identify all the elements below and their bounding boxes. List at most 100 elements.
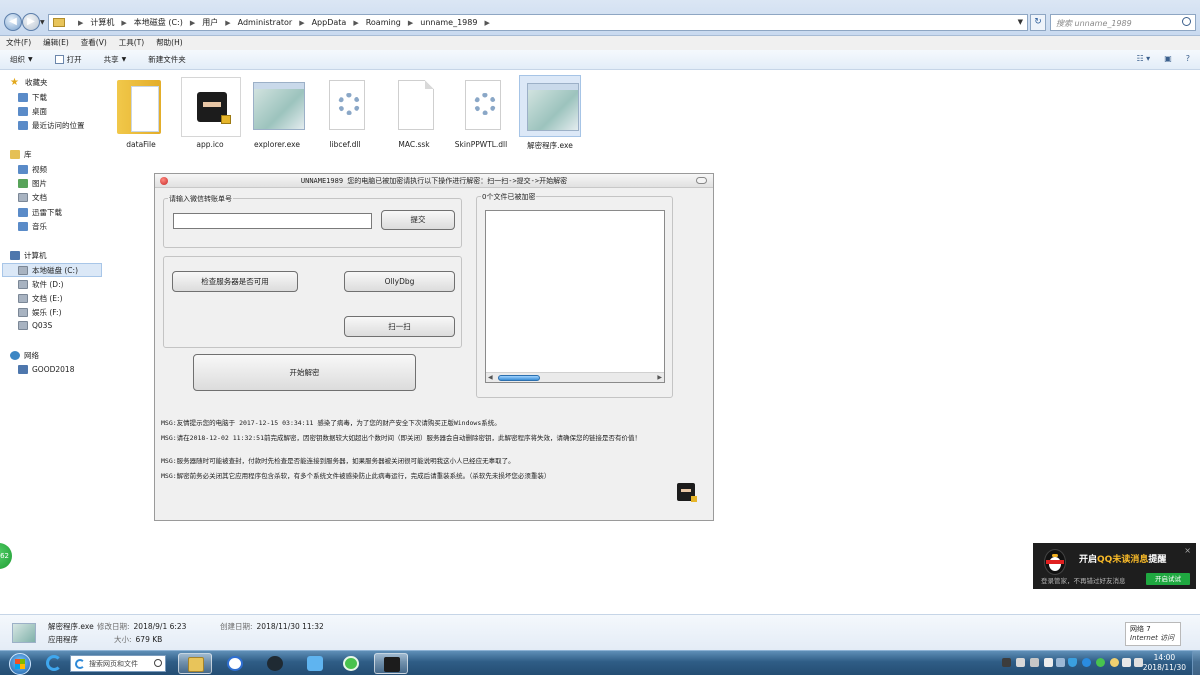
- start-decrypt-button[interactable]: 开始解密: [193, 354, 416, 391]
- search-input[interactable]: 搜索 unname_1989: [1050, 14, 1196, 31]
- taskbar-app-nox[interactable]: [258, 653, 292, 674]
- network-icon[interactable]: [1122, 658, 1131, 667]
- keyboard-icon[interactable]: [1002, 658, 1011, 667]
- tray-app-icon[interactable]: [1016, 658, 1025, 667]
- address-dropdown-icon[interactable]: ▼: [1018, 18, 1023, 26]
- taskbar-explorer[interactable]: [178, 653, 212, 674]
- size-value: 679 KB: [135, 635, 163, 644]
- tray-app-icon[interactable]: [1030, 658, 1039, 667]
- nav-xunlei[interactable]: 迅雷下载: [18, 207, 62, 218]
- nav-libraries[interactable]: 库: [10, 149, 32, 160]
- open-button[interactable]: 打开: [54, 54, 82, 65]
- forward-button[interactable]: ▶: [22, 13, 40, 31]
- file-item[interactable]: MAC.ssk: [379, 75, 449, 149]
- menu-edit[interactable]: 编辑(E): [43, 36, 69, 50]
- scroll-right-icon[interactable]: ▶: [657, 373, 662, 383]
- qq-title-prefix: 开启: [1079, 555, 1098, 565]
- shield-icon[interactable]: [1068, 658, 1077, 667]
- tray-app-icon[interactable]: [1044, 658, 1053, 667]
- breadcrumb-administrator[interactable]: Administrator: [238, 18, 293, 27]
- maximize-icon[interactable]: [696, 177, 707, 184]
- clock[interactable]: 14:00 2018/11/30: [1143, 653, 1186, 673]
- tray-app-icon[interactable]: [1110, 658, 1119, 667]
- details-modified: 修改日期: 2018/9/1 6:23: [97, 621, 186, 632]
- taskbar-app-baidu[interactable]: [218, 653, 252, 674]
- transfer-id-input[interactable]: [173, 213, 372, 229]
- file-item[interactable]: SkinPPWTL.dll: [446, 75, 516, 149]
- nav-q03s[interactable]: Q03S: [18, 321, 52, 330]
- nav-drive-f[interactable]: 娱乐 (F:): [18, 307, 62, 318]
- file-item[interactable]: dataFile: [106, 75, 176, 149]
- nav-good2018-label: GOOD2018: [32, 365, 75, 374]
- chevron-down-icon: ▼: [121, 56, 127, 63]
- nav-desktop[interactable]: 桌面: [18, 106, 47, 117]
- search-icon[interactable]: [1182, 17, 1191, 26]
- breadcrumb-computer[interactable]: 计算机: [90, 17, 114, 28]
- menu-help[interactable]: 帮助(H): [156, 36, 183, 50]
- qq-browser-icon[interactable]: [1082, 658, 1091, 667]
- new-folder-button[interactable]: 新建文件夹: [148, 54, 186, 65]
- scroll-left-icon[interactable]: ◀: [488, 373, 493, 383]
- show-hidden-icons-icon[interactable]: [1056, 658, 1065, 667]
- nav-good2018[interactable]: GOOD2018: [18, 365, 74, 374]
- menu-tools[interactable]: 工具(T): [119, 36, 144, 50]
- back-button[interactable]: ◀: [4, 13, 22, 31]
- nav-pictures[interactable]: 图片: [18, 178, 47, 189]
- details-created: 创建日期: 2018/11/30 11:32: [220, 621, 324, 632]
- view-options-icon[interactable]: ☷ ▾: [1136, 54, 1150, 63]
- organize-button[interactable]: 组织 ▼: [10, 54, 33, 65]
- recent-pages-dropdown-icon[interactable]: ▼: [40, 19, 45, 26]
- taskbar-search-input[interactable]: 搜索网页和文件: [70, 655, 166, 672]
- nav-computer[interactable]: 计算机: [10, 250, 47, 261]
- open-icon: [54, 55, 64, 64]
- nav-drive-c[interactable]: 本地磁盘 (C:): [2, 263, 102, 277]
- close-icon[interactable]: [160, 177, 168, 185]
- scrollbar-thumb[interactable]: [498, 375, 540, 381]
- file-item[interactable]: explorer.exe: [242, 75, 312, 149]
- nav-pictures-label: 图片: [32, 179, 47, 188]
- nav-documents[interactable]: 文档: [18, 192, 47, 203]
- nav-network[interactable]: 网络: [10, 350, 39, 361]
- preview-pane-icon[interactable]: ▣: [1164, 54, 1172, 63]
- nav-music[interactable]: 音乐: [18, 221, 47, 232]
- breadcrumb-appdata[interactable]: AppData: [312, 18, 347, 27]
- file-item-selected[interactable]: 解密程序.exe: [515, 75, 585, 151]
- show-desktop-button[interactable]: [1192, 651, 1200, 675]
- start-button[interactable]: [6, 652, 34, 675]
- breadcrumb-users[interactable]: 用户: [202, 17, 218, 28]
- encrypted-files-list[interactable]: ◀ ▶: [485, 210, 665, 383]
- breadcrumb-drive-c[interactable]: 本地磁盘 (C:): [134, 17, 183, 28]
- qq-try-button[interactable]: 开启试试: [1146, 573, 1190, 585]
- horizontal-scrollbar[interactable]: ◀ ▶: [486, 372, 664, 382]
- taskbar-app-360[interactable]: [334, 653, 368, 674]
- nav-recent[interactable]: 最近访问的位置: [18, 120, 85, 131]
- submit-button[interactable]: 提交: [381, 210, 455, 230]
- help-icon[interactable]: ?: [1186, 54, 1190, 63]
- tray-360-icon[interactable]: [1096, 658, 1105, 667]
- taskbar-app-bird[interactable]: [298, 653, 332, 674]
- search-icon[interactable]: [154, 659, 162, 667]
- ollydbg-button[interactable]: OllyDbg: [344, 271, 455, 292]
- drive-icon: [18, 265, 28, 275]
- qq-close-icon[interactable]: ×: [1184, 546, 1191, 555]
- refresh-button[interactable]: ↻: [1030, 14, 1046, 31]
- nav-favorites[interactable]: ★ 收藏夹: [10, 77, 48, 88]
- breadcrumb-roaming[interactable]: Roaming: [366, 18, 401, 27]
- share-button[interactable]: 共享 ▼: [104, 54, 127, 65]
- nav-drive-d[interactable]: 软件 (D:): [18, 279, 64, 290]
- ie-icon[interactable]: [44, 655, 64, 673]
- file-item[interactable]: libcef.dll: [310, 75, 380, 149]
- nav-videos[interactable]: 视频: [18, 164, 47, 175]
- scan-button[interactable]: 扫一扫: [344, 316, 455, 337]
- menu-view[interactable]: 查看(V): [81, 36, 107, 50]
- breadcrumb-unname-1989[interactable]: unname_1989: [420, 18, 477, 27]
- nav-downloads[interactable]: 下载: [18, 92, 47, 103]
- check-server-button[interactable]: 检查服务器是否可用: [172, 271, 298, 292]
- nav-drive-e[interactable]: 文档 (E:): [18, 293, 63, 304]
- volume-icon[interactable]: [1134, 658, 1143, 667]
- menu-file[interactable]: 文件(F): [6, 36, 31, 50]
- taskbar-decrypt-program[interactable]: [374, 653, 408, 674]
- dialog-titlebar: UNNAME1989 您的电脑已被加密请执行以下操作进行解密：扫一扫->提交->…: [155, 174, 713, 188]
- address-bar[interactable]: ▶ 计算机 ▶ 本地磁盘 (C:) ▶ 用户 ▶ Administrator ▶ App…: [48, 14, 1028, 31]
- file-item[interactable]: app.ico: [175, 75, 245, 149]
